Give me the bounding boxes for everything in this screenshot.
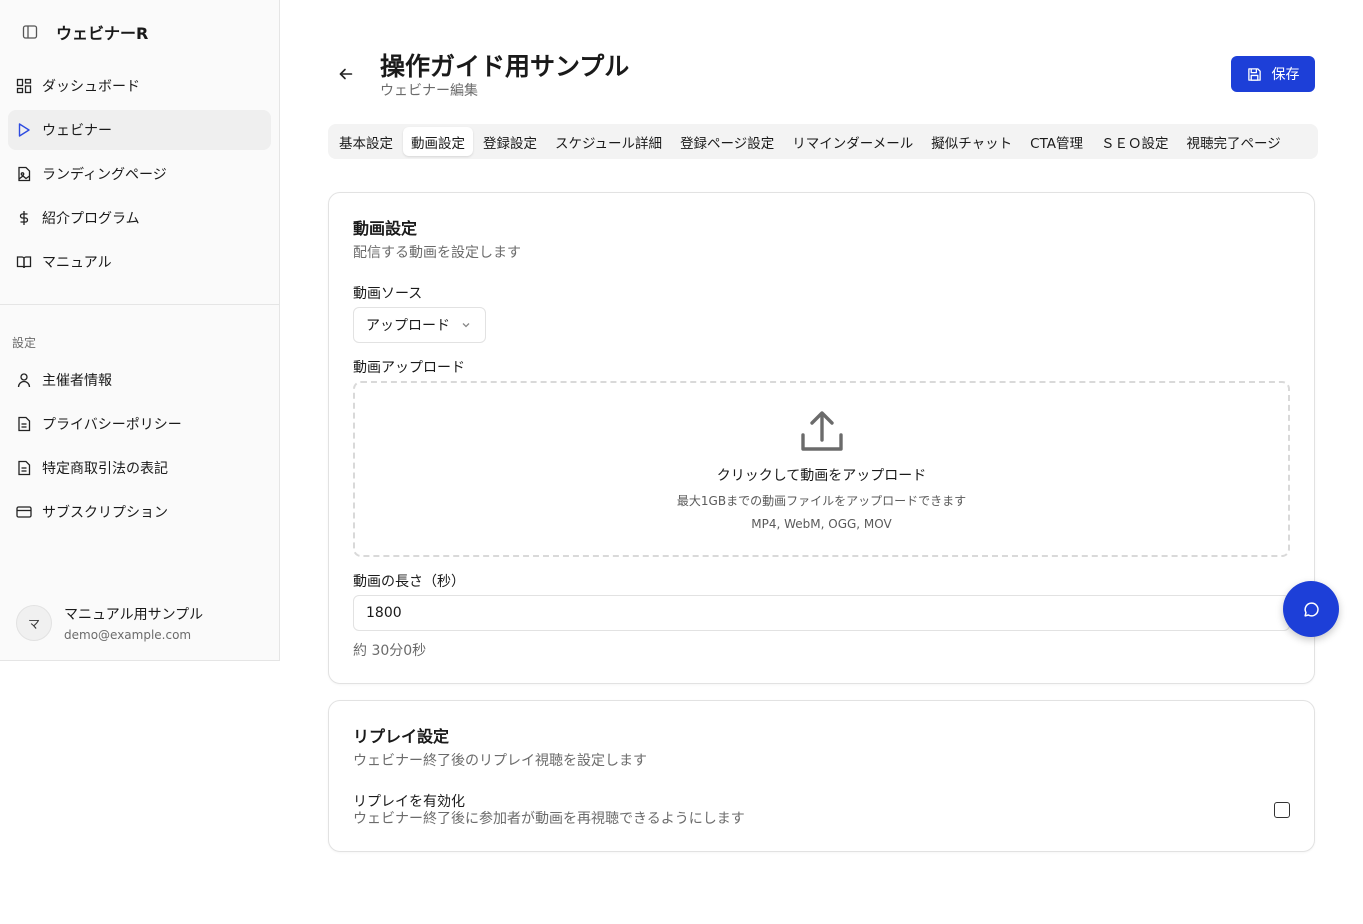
video-length-input[interactable]: 1800 bbox=[353, 595, 1290, 631]
save-button[interactable]: 保存 bbox=[1231, 56, 1315, 92]
sidebar-item-label: ダッシュボード bbox=[42, 79, 140, 95]
sidebar-item-label: マニュアル bbox=[42, 255, 112, 271]
page-subtitle: ウェビナー編集 bbox=[380, 83, 478, 99]
card-description: 配信する動画を設定します bbox=[353, 245, 521, 261]
upload-formats-text: MP4, WebM, OGG, MOV bbox=[751, 517, 892, 531]
tab-video[interactable]: 動画設定 bbox=[403, 127, 473, 156]
sidebar-item-organizer[interactable]: 主催者情報 bbox=[8, 360, 271, 400]
sidebar-item-label: サブスクリプション bbox=[42, 505, 168, 521]
video-source-label: 動画ソース bbox=[353, 286, 423, 302]
document-icon bbox=[18, 460, 31, 476]
card-description: ウェビナー終了後のリプレイ視聴を設定します bbox=[353, 753, 647, 769]
tab-cta[interactable]: CTA管理 bbox=[1022, 127, 1091, 156]
chat-bubble-icon bbox=[1303, 601, 1319, 617]
sidebar-item-label: ウェビナー bbox=[42, 123, 112, 139]
settings-group-label: 設定 bbox=[12, 336, 37, 350]
card-title: リプレイ設定 bbox=[353, 727, 450, 746]
video-source-select[interactable]: アップロード bbox=[353, 307, 486, 343]
tab-registration-page[interactable]: 登録ページ設定 bbox=[672, 127, 782, 156]
replay-enable-checkbox[interactable] bbox=[1274, 802, 1290, 818]
sidebar-item-privacy[interactable]: プライバシーポリシー bbox=[8, 404, 271, 444]
tab-basic[interactable]: 基本設定 bbox=[331, 127, 401, 156]
upload-icon bbox=[801, 411, 843, 451]
sidebar-item-referral[interactable]: 紹介プログラム bbox=[8, 198, 271, 238]
video-length-label: 動画の長さ（秒） bbox=[353, 574, 465, 590]
sidebar-item-subscription[interactable]: サブスクリプション bbox=[8, 492, 271, 532]
sidebar: ウェビナーR ダッシュボード ウェビナー ランディングページ 紹介プログラム マ… bbox=[0, 0, 280, 661]
sidebar-item-label: 特定商取引法の表記 bbox=[42, 461, 168, 477]
sidebar-divider bbox=[0, 304, 279, 305]
sidebar-item-label: 主催者情報 bbox=[42, 373, 112, 389]
user-name: マニュアル用サンプル bbox=[64, 607, 204, 623]
user-email: demo@example.com bbox=[64, 628, 192, 642]
upload-sub-text: 最大1GBまでの動画ファイルをアップロードできます bbox=[676, 494, 967, 508]
tab-seo[interactable]: ＳＥＯ設定 bbox=[1093, 127, 1177, 156]
user-icon bbox=[17, 373, 31, 388]
main-nav: ダッシュボード ウェビナー ランディングページ 紹介プログラム マニュアル bbox=[8, 66, 271, 286]
sidebar-item-commerce-law[interactable]: 特定商取引法の表記 bbox=[8, 448, 271, 488]
tab-reminder-mail[interactable]: リマインダーメール bbox=[784, 127, 921, 156]
sidebar-item-label: 紹介プログラム bbox=[42, 211, 140, 227]
document-icon bbox=[18, 416, 31, 432]
replay-settings-card: リプレイ設定 ウェビナー終了後のリプレイ視聴を設定します リプレイを有効化 ウェ… bbox=[328, 700, 1315, 852]
video-source-value: アップロード bbox=[366, 318, 450, 334]
tab-schedule[interactable]: スケジュール詳細 bbox=[547, 127, 670, 156]
upload-main-text: クリックして動画をアップロード bbox=[716, 468, 927, 484]
user-profile[interactable]: マ マニュアル用サンプル demo@example.com bbox=[16, 604, 203, 642]
play-icon bbox=[18, 123, 30, 137]
book-icon bbox=[16, 256, 32, 269]
file-image-icon bbox=[18, 166, 31, 182]
tab-registration[interactable]: 登録設定 bbox=[475, 127, 545, 156]
video-length-hint: 約 30分0秒 bbox=[353, 643, 427, 659]
save-icon bbox=[1247, 67, 1261, 81]
replay-enable-description: ウェビナー終了後に参加者が動画を再視聴できるようにします bbox=[353, 811, 745, 827]
sidebar-item-label: プライバシーポリシー bbox=[42, 417, 182, 433]
chat-fab-button[interactable] bbox=[1283, 581, 1339, 637]
save-label: 保存 bbox=[1271, 67, 1300, 83]
chevron-down-icon bbox=[462, 323, 470, 328]
video-upload-label: 動画アップロード bbox=[353, 360, 465, 376]
video-settings-card: 動画設定 配信する動画を設定します 動画ソース アップロード 動画アップロード … bbox=[328, 192, 1315, 684]
card-title: 動画設定 bbox=[353, 219, 418, 238]
settings-tabs: 基本設定 動画設定 登録設定 スケジュール詳細 登録ページ設定 リマインダーメー… bbox=[328, 124, 1318, 159]
sidebar-item-label: ランディングページ bbox=[42, 167, 167, 183]
video-upload-dropzone[interactable]: クリックして動画をアップロード 最大1GBまでの動画ファイルをアップロードできま… bbox=[353, 381, 1290, 557]
avatar: マ bbox=[16, 605, 52, 641]
sidebar-item-manual[interactable]: マニュアル bbox=[8, 242, 271, 282]
tab-pseudo-chat[interactable]: 擬似チャット bbox=[923, 127, 1020, 156]
tab-completion-page[interactable]: 視聴完了ページ bbox=[1179, 127, 1289, 156]
page-title: 操作ガイド用サンプル bbox=[380, 52, 630, 81]
credit-card-icon bbox=[16, 506, 32, 518]
sidebar-item-webinar[interactable]: ウェビナー bbox=[8, 110, 271, 150]
arrow-left-icon bbox=[339, 68, 353, 80]
dashboard-icon bbox=[16, 78, 32, 94]
brand: ウェビナーR bbox=[16, 18, 148, 46]
sidebar-item-dashboard[interactable]: ダッシュボード bbox=[8, 66, 271, 106]
settings-nav: 主催者情報 プライバシーポリシー 特定商取引法の表記 サブスクリプション bbox=[8, 360, 271, 536]
back-button[interactable] bbox=[335, 63, 357, 85]
dollar-icon bbox=[19, 211, 29, 225]
sidebar-toggle-icon[interactable] bbox=[16, 18, 44, 46]
app-name: ウェビナーR bbox=[56, 24, 149, 43]
sidebar-item-landing-page[interactable]: ランディングページ bbox=[8, 154, 271, 194]
